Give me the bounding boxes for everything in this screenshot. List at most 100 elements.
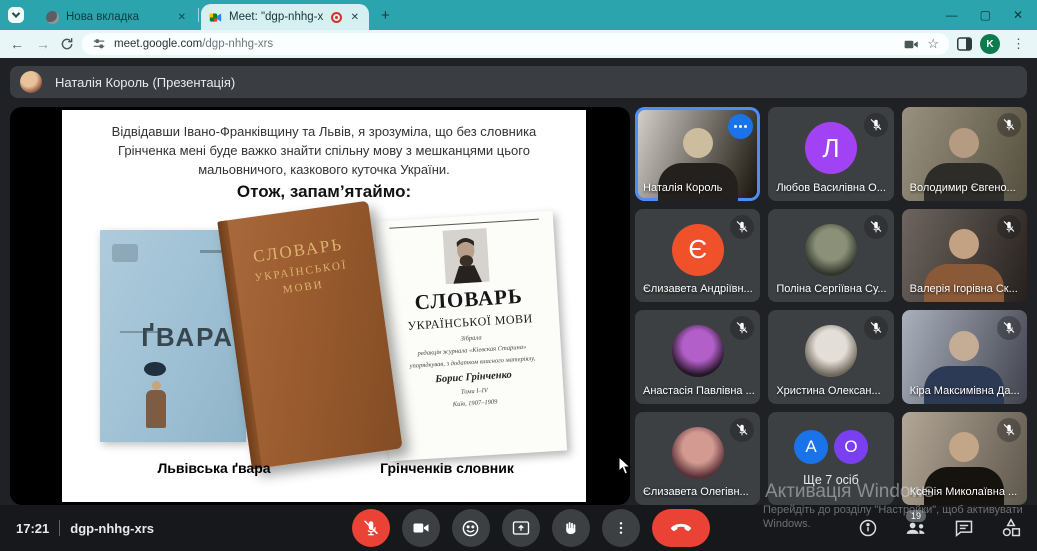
browser-tabstrip: Нова вкладка ✕ Meet: "dgp-nhhg-xrs" ✕ + … bbox=[0, 0, 1037, 30]
gvara-logo-icon bbox=[112, 244, 138, 262]
title-page-rule bbox=[389, 219, 538, 229]
participant-avatar: Л bbox=[805, 122, 857, 174]
tab-separator bbox=[198, 8, 199, 22]
participant-grid: Наталія Король Л Любов Василівна О... bbox=[635, 107, 1027, 505]
mic-mute-button[interactable] bbox=[352, 509, 390, 547]
participant-tile[interactable]: Єлизавета Олегівн... bbox=[635, 412, 760, 506]
participant-avatar bbox=[805, 325, 857, 377]
window-minimize-button[interactable]: — bbox=[946, 8, 958, 22]
tab-new-tab[interactable]: Нова вкладка ✕ bbox=[38, 4, 196, 30]
person-silhouette-head bbox=[949, 229, 979, 259]
participant-name: Кіра Максимівна Да... bbox=[910, 385, 1020, 397]
person-silhouette-head bbox=[949, 331, 979, 361]
forward-button[interactable]: → bbox=[34, 36, 52, 52]
more-people-avatars: AO bbox=[794, 430, 868, 464]
participant-tile[interactable]: Кіра Максимівна Да... bbox=[902, 310, 1027, 404]
tab-close-icon[interactable]: ✕ bbox=[176, 12, 188, 23]
participant-tile[interactable]: Володимир Євгено... bbox=[902, 107, 1027, 201]
slide-heading: Отож, запам’ятаймо: bbox=[62, 182, 586, 202]
meeting-info: 17:21 dgp-nhhg-xrs bbox=[16, 505, 154, 551]
recording-indicator-icon bbox=[331, 12, 342, 23]
profile-avatar[interactable]: K bbox=[980, 34, 1000, 54]
tab-meet[interactable]: Meet: "dgp-nhhg-xrs" ✕ bbox=[201, 4, 369, 30]
dictionary-caption: Грінченків словник bbox=[347, 460, 547, 476]
more-options-button[interactable] bbox=[602, 509, 640, 547]
participant-avatar bbox=[672, 325, 724, 377]
present-screen-button[interactable] bbox=[502, 509, 540, 547]
windows-activation-watermark: Активація Windows bbox=[765, 481, 934, 503]
site-settings-icon[interactable] bbox=[92, 37, 106, 51]
figure-illustration bbox=[146, 390, 166, 428]
divider bbox=[59, 520, 60, 536]
presenter-banner: Наталія Король (Презентація) bbox=[10, 66, 1027, 98]
overflow-avatar: A bbox=[794, 430, 828, 464]
reactions-button[interactable] bbox=[452, 509, 490, 547]
person-silhouette-head bbox=[949, 128, 979, 158]
raise-hand-button[interactable] bbox=[552, 509, 590, 547]
new-tab-button[interactable]: + bbox=[381, 7, 390, 24]
figure-illustration bbox=[152, 381, 161, 390]
tab-search-chevron-icon[interactable] bbox=[8, 7, 24, 23]
mic-muted-icon bbox=[730, 418, 754, 442]
tab-title: Нова вкладка bbox=[66, 11, 169, 23]
browser-toolbar: ← → meet.google.com/dgp-nhhg-xrs ☆ K ⋮ bbox=[0, 30, 1037, 58]
participant-name: Поліна Сергіївна Су... bbox=[776, 283, 886, 295]
meeting-code: dgp-nhhg-xrs bbox=[70, 521, 154, 536]
presenter-name: Наталія Король (Презентація) bbox=[55, 75, 235, 90]
participant-tile[interactable]: Христина Олексан... bbox=[768, 310, 893, 404]
mic-muted-icon bbox=[730, 316, 754, 340]
browser-menu-icon[interactable]: ⋮ bbox=[1008, 36, 1029, 52]
mic-muted-icon bbox=[864, 215, 888, 239]
url-text[interactable]: meet.google.com/dgp-nhhg-xrs bbox=[114, 38, 896, 50]
call-controls bbox=[352, 509, 710, 547]
clock-time: 17:21 bbox=[16, 521, 49, 536]
person-silhouette-head bbox=[683, 128, 713, 158]
camera-permission-icon[interactable] bbox=[904, 38, 919, 51]
participant-name: Єлизавета Андріївн... bbox=[643, 283, 753, 295]
hrinchenko-portrait bbox=[443, 228, 490, 285]
person-silhouette-head bbox=[949, 432, 979, 462]
tile-menu-button[interactable] bbox=[728, 114, 753, 139]
participant-avatar bbox=[805, 224, 857, 276]
participant-name: Любов Василівна О... bbox=[776, 182, 886, 194]
mic-muted-icon bbox=[997, 113, 1021, 137]
meet-page: Наталія Король (Презентація) Відвідавши … bbox=[0, 58, 1037, 551]
participant-tile[interactable]: Поліна Сергіївна Су... bbox=[768, 209, 893, 303]
participant-tile[interactable]: Наталія Король bbox=[635, 107, 760, 201]
participant-name: Наталія Король bbox=[643, 182, 722, 194]
participant-name: Володимир Євгено... bbox=[910, 182, 1016, 194]
window-close-button[interactable]: ✕ bbox=[1013, 8, 1023, 22]
dictionary-title-page: СЛОВАРЬ УКРАЇНСЬКОЇ МОВИ Зібрала редакці… bbox=[375, 211, 567, 461]
window-controls: — ▢ ✕ bbox=[946, 8, 1023, 22]
camera-button[interactable] bbox=[402, 509, 440, 547]
end-call-button[interactable] bbox=[652, 509, 710, 547]
mic-muted-icon bbox=[864, 113, 888, 137]
participant-name: Анастасія Павлівна ... bbox=[643, 385, 755, 397]
back-button[interactable]: ← bbox=[8, 36, 26, 52]
participant-tile[interactable]: Л Любов Василівна О... bbox=[768, 107, 893, 201]
slide-paragraph: Відвідавши Івано-Франківщину та Львів, я… bbox=[88, 123, 560, 180]
tab-title: Meet: "dgp-nhhg-xrs" bbox=[229, 11, 324, 23]
tab-close-icon[interactable]: ✕ bbox=[349, 12, 361, 23]
participant-avatar: Є bbox=[672, 224, 724, 276]
window-maximize-button[interactable]: ▢ bbox=[980, 8, 991, 22]
participant-name: Христина Олексан... bbox=[776, 385, 880, 397]
url-bar[interactable]: meet.google.com/dgp-nhhg-xrs ☆ bbox=[82, 33, 949, 55]
gvara-caption: Львівська ґвара bbox=[124, 460, 304, 476]
reload-button[interactable] bbox=[60, 37, 74, 51]
presentation-stage[interactable]: Відвідавши Івано-Франківщину та Львів, я… bbox=[10, 107, 630, 505]
app-window: Нова вкладка ✕ Meet: "dgp-nhhg-xrs" ✕ + … bbox=[0, 0, 1037, 551]
mic-muted-icon bbox=[997, 418, 1021, 442]
side-panel-icon[interactable] bbox=[957, 37, 972, 51]
mouse-cursor bbox=[618, 456, 632, 476]
mic-muted-icon bbox=[864, 316, 888, 340]
bookmark-star-icon[interactable]: ☆ bbox=[927, 36, 939, 52]
gvara-title: ҐВАРА bbox=[141, 322, 234, 353]
favicon-new-tab-icon bbox=[46, 11, 59, 24]
participant-tile[interactable]: Є Єлизавета Андріївн... bbox=[635, 209, 760, 303]
participant-tile[interactable]: Анастасія Павлівна ... bbox=[635, 310, 760, 404]
participant-tile[interactable]: Валерія Ігорівна Ск... bbox=[902, 209, 1027, 303]
participant-name: Валерія Ігорівна Ск... bbox=[910, 283, 1018, 295]
overflow-avatar: O bbox=[834, 430, 868, 464]
participant-avatar bbox=[672, 427, 724, 479]
